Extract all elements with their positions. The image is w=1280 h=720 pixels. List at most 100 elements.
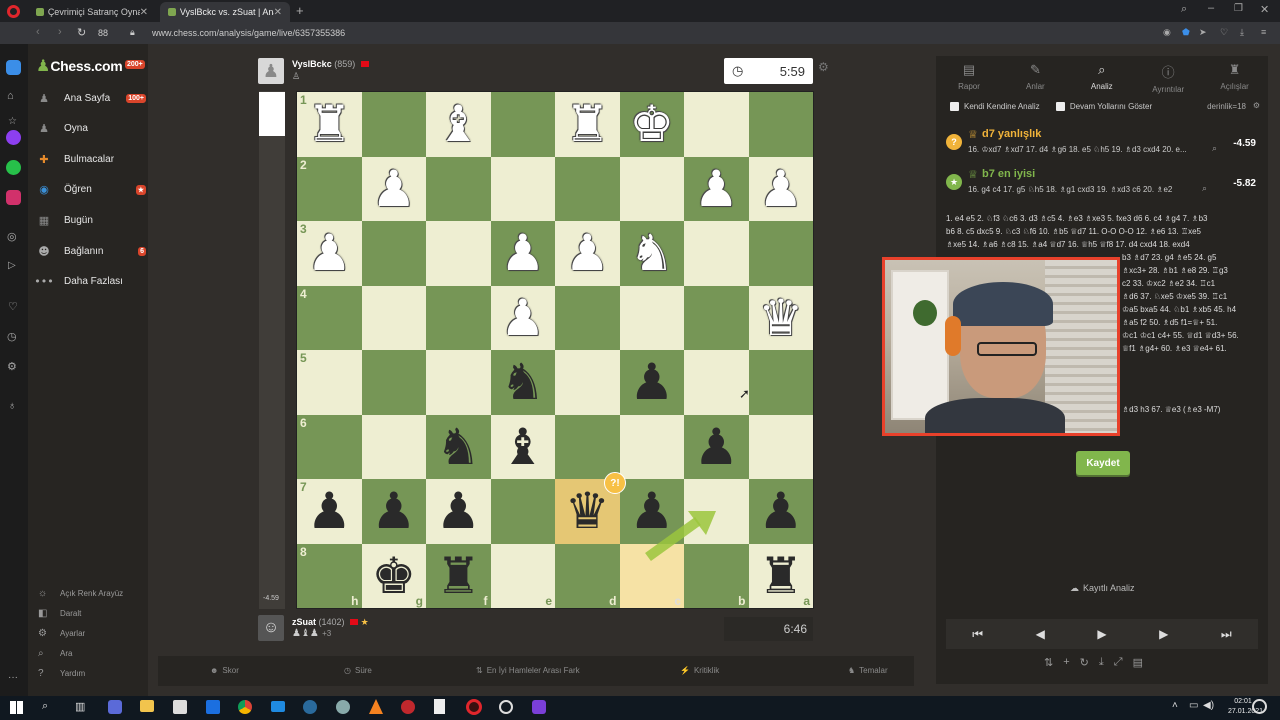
square-a1[interactable]	[748, 92, 813, 157]
bottom-player-avatar[interactable]: ☺	[258, 615, 284, 641]
maximize-icon[interactable]: ❐	[1234, 3, 1243, 14]
square-c1[interactable]: ♚	[619, 92, 684, 157]
square-d8[interactable]: d	[555, 543, 620, 608]
player-icon[interactable]: ▷	[8, 260, 16, 271]
own-analysis-checkbox[interactable]: Kendi Kendine Analiz	[950, 102, 1040, 112]
move-line[interactable]: ♗xe5 14. ♗a6 ♗c8 15. ♗a4 ♕d7 16. ♕h5 ♕f8…	[946, 238, 1256, 251]
speed-dial-icon[interactable]	[6, 60, 21, 75]
sidebar-item-1[interactable]: ♟ Oyna	[36, 118, 148, 140]
white-piece-R[interactable]: ♜	[565, 99, 610, 149]
new-tab-icon[interactable]: +	[296, 3, 304, 18]
square-g8[interactable]: g ♚	[361, 543, 426, 608]
black-piece-N[interactable]: ♞	[436, 422, 481, 472]
top-player-name[interactable]: VyslBckc	[292, 59, 332, 69]
sidebar-bottom-item-2[interactable]: ⚙ Ayarlar	[38, 625, 85, 641]
square-a5[interactable]	[748, 350, 813, 415]
square-f8[interactable]: f ♜	[426, 543, 491, 608]
reload-icon[interactable]: ↻	[77, 26, 86, 39]
last-move-icon[interactable]: ⏭	[1221, 627, 1232, 642]
next-move-icon[interactable]: ▶	[1159, 627, 1168, 641]
sidebar-item-0[interactable]: ♟ Ana Sayfa 100+	[36, 87, 148, 109]
square-e5[interactable]: ♞	[490, 350, 555, 415]
sidebar-bottom-item-1[interactable]: ◧ Daralt	[38, 605, 81, 621]
square-g1[interactable]	[361, 92, 426, 157]
black-piece-P[interactable]: ♟	[758, 486, 803, 536]
twitch-icon[interactable]	[532, 700, 546, 714]
square-f6[interactable]: ♞	[426, 414, 491, 479]
square-f3[interactable]	[426, 221, 491, 286]
square-e4[interactable]: ♟	[490, 285, 555, 350]
panel-tab-4[interactable]: ♜ Açılışlar	[1202, 56, 1268, 96]
square-e3[interactable]: ♟	[490, 221, 555, 286]
flip-board-icon[interactable]: ⇅	[1044, 656, 1053, 669]
white-piece-Q[interactable]: ♛	[758, 293, 803, 343]
square-e7[interactable]	[490, 479, 555, 544]
square-h5[interactable]: 5	[297, 350, 362, 415]
square-e1[interactable]	[490, 92, 555, 157]
panel-tab-0[interactable]: ▤ Rapor	[936, 56, 1002, 96]
folder-icon[interactable]	[140, 700, 154, 712]
black-piece-R[interactable]: ♜	[758, 551, 803, 601]
messenger-icon[interactable]	[6, 130, 21, 145]
square-h7[interactable]: 7 ♟	[297, 479, 362, 544]
square-b4[interactable]	[684, 285, 749, 350]
browser-tab-2[interactable]: VyslBckc vs. zSuat | Analysi ✕	[160, 2, 290, 22]
move-line[interactable]: b6 8. c5 dxc5 9. ♘c3 ♘f6 10. ♗b5 ♕d7 11.…	[946, 225, 1256, 238]
clock-icon[interactable]: ◷	[7, 330, 17, 343]
square-f2[interactable]	[426, 156, 491, 221]
sidebar-bottom-item-0[interactable]: ☼ Açık Renk Arayüz	[38, 585, 123, 601]
vlc-icon[interactable]	[369, 699, 383, 714]
square-a6[interactable]	[748, 414, 813, 479]
taskbar-app-icon[interactable]	[108, 700, 122, 714]
browser-tab-1[interactable]: Çevrimiçi Satranç Oyna - Ch ✕	[28, 2, 156, 22]
white-piece-R[interactable]: ♜	[307, 99, 352, 149]
square-h1[interactable]: 1 ♜	[297, 92, 362, 157]
settings-gear-icon[interactable]: ⚙	[1253, 101, 1260, 110]
search-icon[interactable]: ⌕	[1202, 183, 1207, 194]
panel-tab-1[interactable]: ✎ Anlar	[1002, 56, 1068, 96]
store-icon[interactable]	[173, 700, 187, 714]
checkbox[interactable]	[950, 102, 959, 112]
show-lines-checkbox[interactable]: Devam Yollarını Göster	[1055, 102, 1152, 112]
send-icon[interactable]: ➤	[1199, 27, 1207, 38]
prev-move-icon[interactable]: ◀	[1036, 627, 1045, 641]
black-piece-P[interactable]: ♟	[371, 486, 416, 536]
white-piece-P[interactable]: ♟	[371, 164, 416, 214]
save-button[interactable]: Kaydet	[1076, 451, 1130, 475]
square-d1[interactable]: ♜	[555, 92, 620, 157]
square-h6[interactable]: 6	[297, 414, 362, 479]
square-h2[interactable]: 2	[297, 156, 362, 221]
notification-icon[interactable]	[1252, 699, 1267, 714]
stats-tab-1[interactable]: ◷ Süre	[344, 666, 372, 675]
black-piece-P[interactable]: ♟	[436, 486, 481, 536]
fen-icon[interactable]: ▤	[1133, 656, 1143, 669]
square-b5[interactable]	[684, 350, 749, 415]
app-icon-grey[interactable]	[336, 700, 350, 714]
move-line[interactable]: 1. e4 e5 2. ♘f3 ♘c6 3. d3 ♗c5 4. ♗e3 ♗xe…	[946, 212, 1256, 225]
home-icon[interactable]: ⌂	[7, 90, 14, 102]
windows-start-icon[interactable]	[10, 701, 23, 714]
square-g2[interactable]: ♟	[361, 156, 426, 221]
stats-tab-4[interactable]: ♞ Temalar	[848, 666, 888, 675]
panel-tab-2[interactable]: ⌕ Analiz	[1069, 56, 1135, 96]
forward-icon[interactable]: ›	[58, 26, 62, 38]
square-a7[interactable]: ♟	[748, 479, 813, 544]
search-icon[interactable]: ⌕	[42, 700, 48, 713]
white-piece-P[interactable]: ♟	[307, 228, 352, 278]
white-piece-B[interactable]: ♝	[436, 99, 481, 149]
obs-icon[interactable]	[499, 700, 513, 714]
square-g4[interactable]	[361, 285, 426, 350]
square-g5[interactable]	[361, 350, 426, 415]
white-piece-P[interactable]: ♟	[500, 293, 545, 343]
chrome-icon[interactable]	[238, 700, 252, 714]
black-piece-K[interactable]: ♚	[371, 551, 416, 601]
stats-tab-2[interactable]: ⇅ En İyi Hamleler Arası Fark	[476, 666, 580, 675]
app-icon-blue[interactable]	[206, 700, 220, 714]
sidebar-bottom-item-4[interactable]: ? Yardım	[38, 665, 85, 681]
search-icon[interactable]: ⌕	[1212, 143, 1217, 154]
mistake-line[interactable]: ? ♕ d7 yanlışlık 16. ♔xd7 ♗xd7 17. d4 ♗g…	[946, 128, 1256, 164]
black-piece-P[interactable]: ♟	[307, 486, 352, 536]
square-a8[interactable]: a ♜	[748, 543, 813, 608]
square-b2[interactable]: ♟	[684, 156, 749, 221]
square-b6[interactable]: ♟	[684, 414, 749, 479]
